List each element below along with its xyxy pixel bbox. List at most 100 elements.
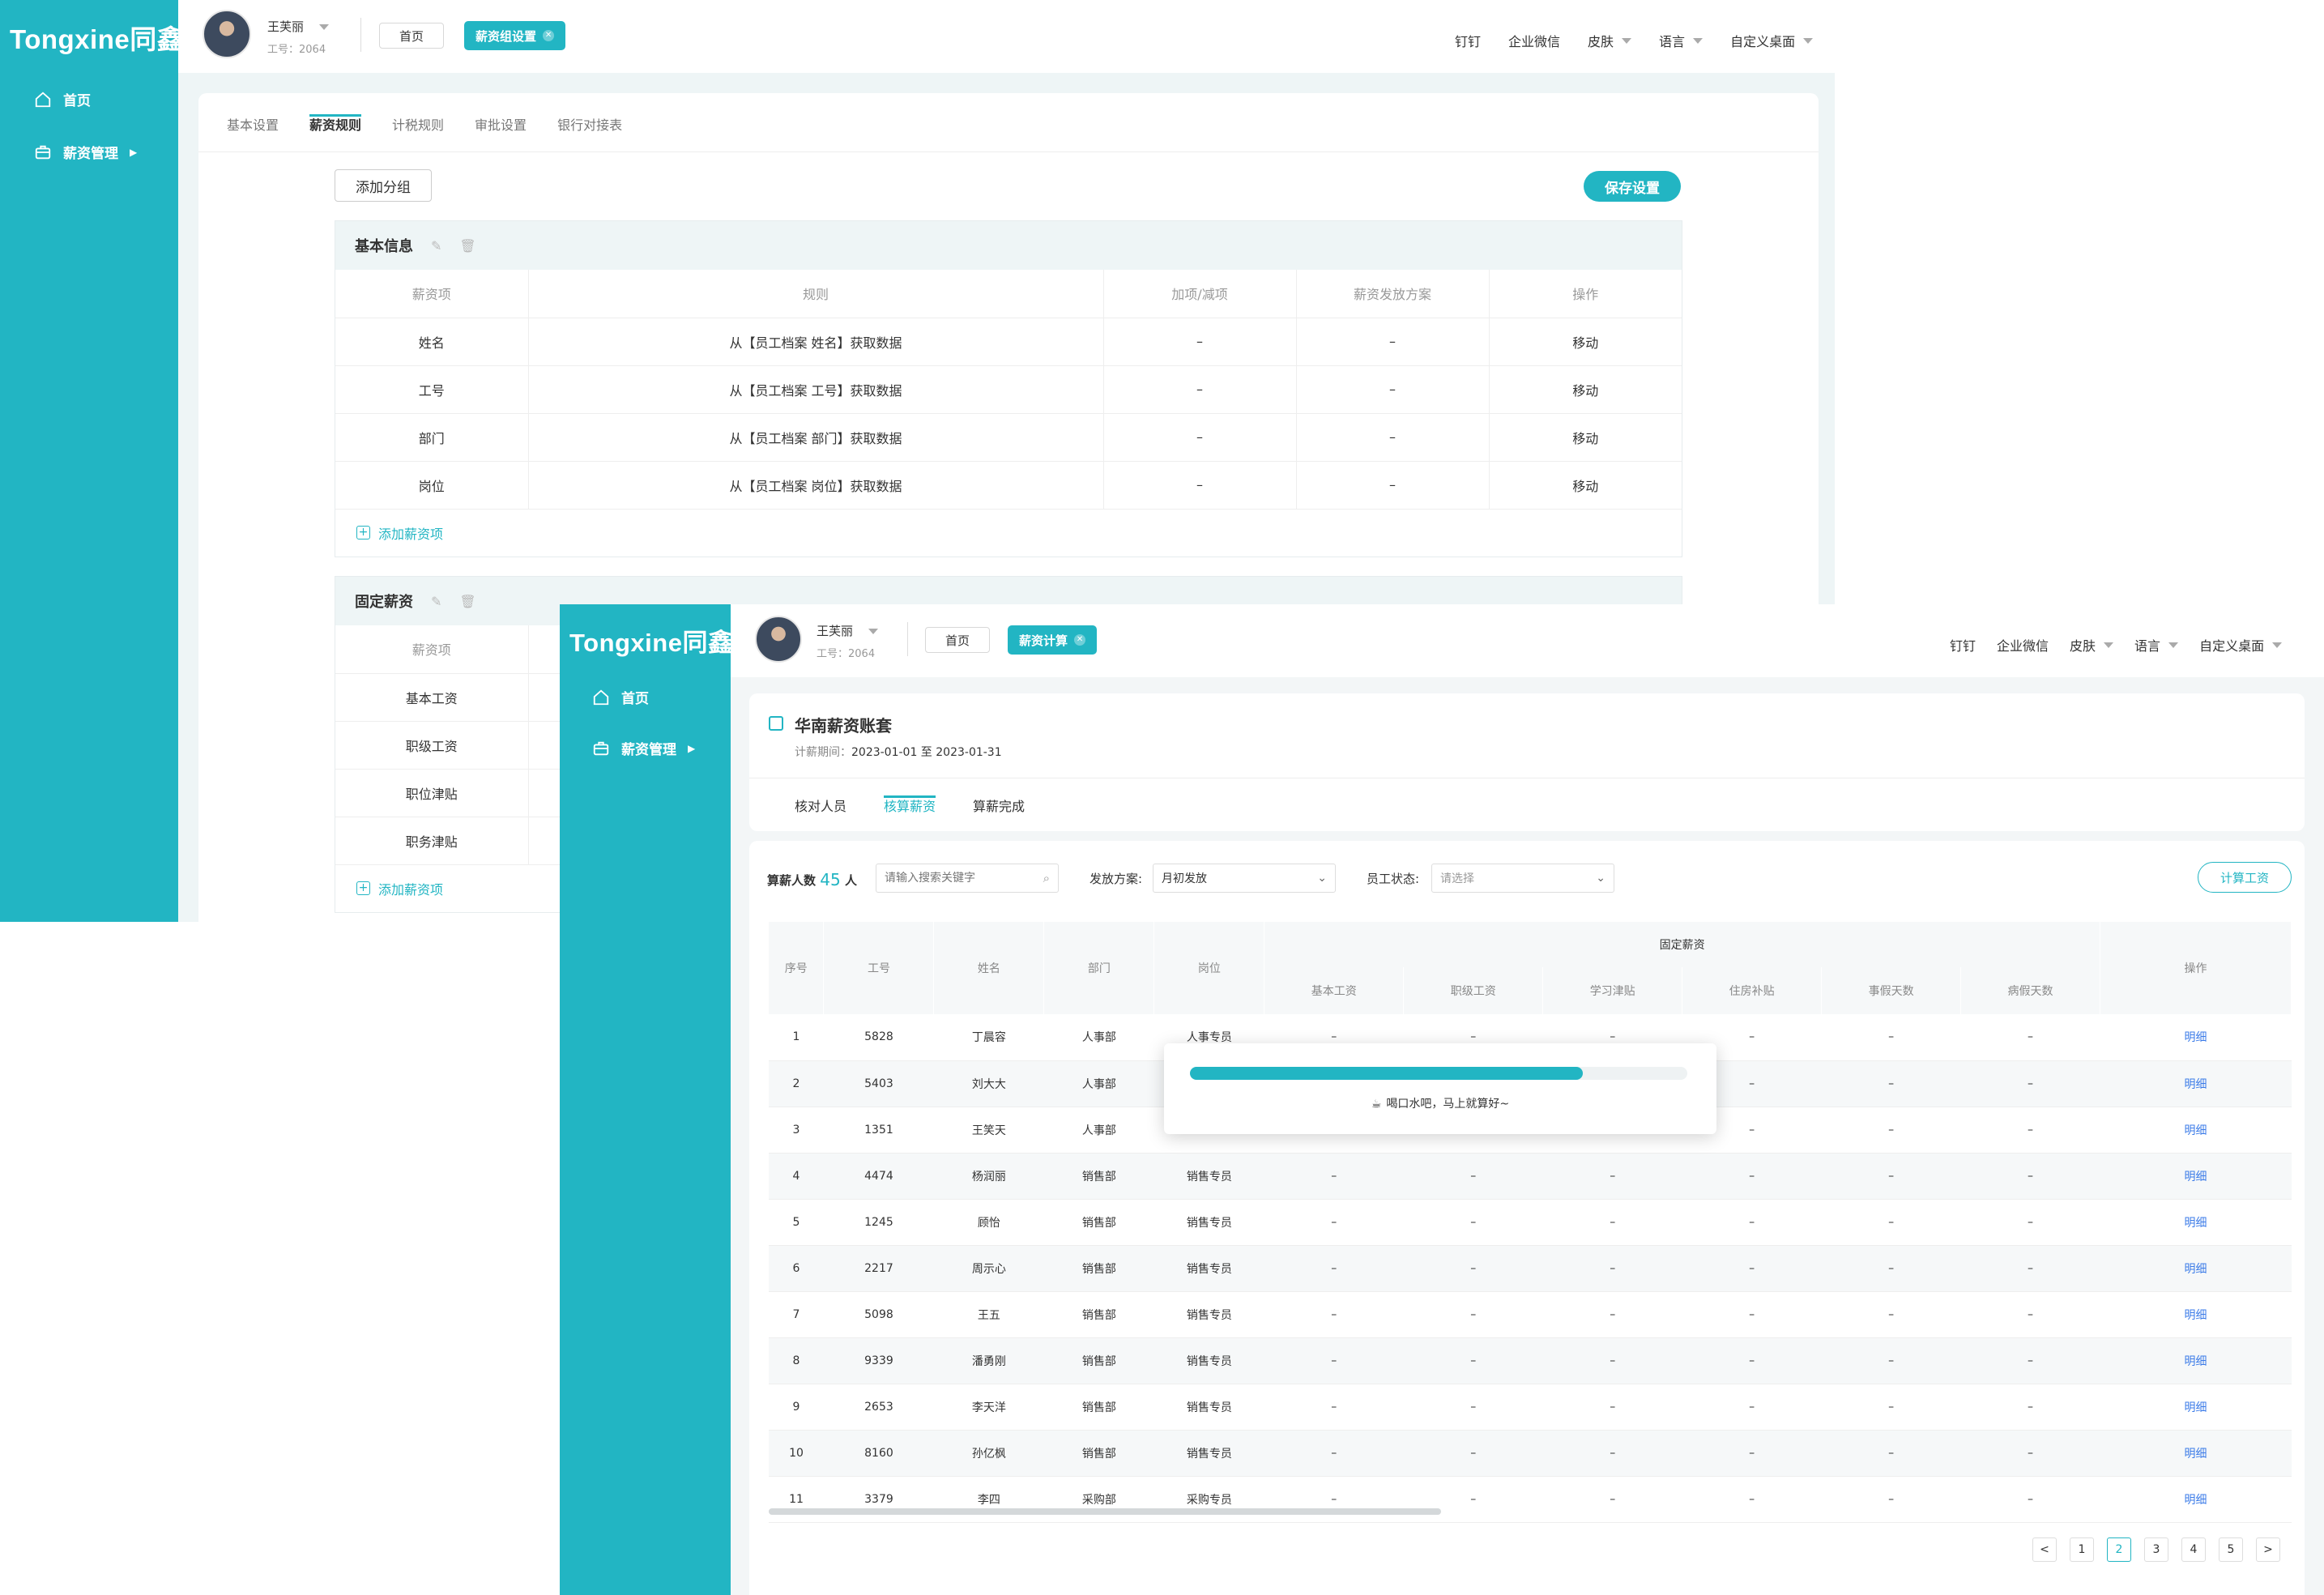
page-button[interactable]: 5: [2219, 1537, 2243, 1562]
home-icon: [593, 689, 609, 705]
menu-custom-desktop[interactable]: 自定义桌面: [2199, 635, 2283, 655]
menu-skin[interactable]: 皮肤: [1588, 31, 1632, 50]
page-button[interactable]: 4: [2181, 1537, 2206, 1562]
cell-rule: 从【员工档案 工号】获取数据: [528, 365, 1104, 414]
menu-skin[interactable]: 皮肤: [2070, 635, 2114, 655]
nav-item-home[interactable]: 首页: [34, 89, 91, 109]
tab-bank-table[interactable]: 银行对接表: [557, 114, 622, 148]
add-salary-item-button[interactable]: + 添加薪资项: [335, 510, 1682, 557]
detail-link[interactable]: 明细: [2100, 1107, 2292, 1154]
detail-link[interactable]: 明细: [2100, 1476, 2292, 1523]
cell-amount: –: [1542, 1245, 1682, 1292]
trash-icon[interactable]: 🗑: [459, 238, 475, 254]
caret-down-icon: [2104, 642, 2114, 648]
headcount: 算薪人数 45 人: [767, 870, 857, 889]
detail-link[interactable]: 明细: [2100, 1384, 2292, 1431]
settings-tabs: 基本设置 薪资规则 计税规则 审批设置 银行对接表: [227, 114, 622, 148]
plan-select[interactable]: 月初发放 ⌄: [1153, 864, 1336, 893]
detail-link[interactable]: 明细: [2100, 1060, 2292, 1107]
cell-amount: –: [1821, 1060, 1961, 1107]
cell-id: 5403: [823, 1060, 934, 1107]
move-link[interactable]: 移动: [1489, 461, 1682, 510]
prev-page-button[interactable]: <: [2032, 1537, 2057, 1562]
tag-home[interactable]: 首页: [379, 23, 444, 49]
avatar[interactable]: [755, 616, 802, 663]
nav-item-home[interactable]: 首页: [592, 687, 649, 707]
edit-icon[interactable]: ✎: [431, 594, 441, 609]
cell-id: 1245: [823, 1199, 934, 1246]
menu-language[interactable]: 语言: [2134, 635, 2179, 655]
tab-verify-staff[interactable]: 核对人员: [795, 795, 846, 826]
user-name[interactable]: 王芙丽: [267, 18, 330, 35]
move-link[interactable]: 移动: [1489, 413, 1682, 462]
move-link[interactable]: 移动: [1489, 365, 1682, 414]
col-header: 薪资发放方案: [1296, 270, 1490, 318]
col-header: 姓名: [933, 922, 1045, 1014]
cell-dept: 人事部: [1043, 1107, 1154, 1154]
search-input[interactable]: ⌕: [876, 864, 1059, 893]
cell-amount: –: [1264, 1153, 1404, 1200]
divider: [907, 622, 908, 656]
status-label: 员工状态:: [1367, 872, 1420, 886]
detail-link[interactable]: 明细: [2100, 1245, 2292, 1292]
detail-link[interactable]: 明细: [2100, 1014, 2292, 1061]
add-group-button[interactable]: 添加分组: [335, 169, 432, 202]
detail-link[interactable]: 明细: [2100, 1430, 2292, 1477]
sidebar: Tongxine同鑫 首页 薪资管理 ▶: [0, 0, 184, 922]
next-page-button[interactable]: >: [2256, 1537, 2280, 1562]
trash-icon[interactable]: 🗑: [459, 594, 475, 609]
tab-calculation-done[interactable]: 算薪完成: [973, 795, 1025, 826]
menu-language[interactable]: 语言: [1659, 31, 1704, 50]
cell-id: 5828: [823, 1014, 934, 1061]
progress-fill: [1190, 1067, 1584, 1080]
detail-link[interactable]: 明细: [2100, 1153, 2292, 1200]
salary-table: 序号 工号 姓名 部门 岗位 固定薪资 操作 基本工资 职级工资 学习津贴 住房…: [769, 922, 2292, 1523]
avatar[interactable]: [203, 10, 251, 58]
move-link[interactable]: 移动: [1489, 318, 1682, 366]
nav-item-salary-management[interactable]: 薪资管理 ▶: [34, 142, 137, 162]
menu-dingtalk[interactable]: 钉钉: [1455, 31, 1481, 50]
cell-position: 销售专员: [1153, 1430, 1264, 1477]
tab-calculate-salary[interactable]: 核算薪资: [884, 795, 936, 826]
detail-link[interactable]: 明细: [2100, 1199, 2292, 1246]
horizontal-scrollbar[interactable]: [769, 1508, 1441, 1515]
caret-down-icon: [319, 24, 330, 30]
menu-custom-desktop[interactable]: 自定义桌面: [1730, 31, 1814, 50]
tab-approval-settings[interactable]: 审批设置: [475, 114, 527, 148]
tab-basic-settings[interactable]: 基本设置: [227, 114, 279, 148]
detail-link[interactable]: 明细: [2100, 1337, 2292, 1384]
calculation-card: 算薪人数 45 人 ⌕ 发放方案: 月初发放⌄ 员工状态: 请选择⌄ 计算工资 …: [749, 841, 2305, 1595]
detail-link[interactable]: 明细: [2100, 1291, 2292, 1338]
cell-item: 部门: [335, 413, 529, 462]
page-button[interactable]: 3: [2144, 1537, 2168, 1562]
cell-amount: –: [1403, 1245, 1543, 1292]
cell-id: 5098: [823, 1291, 934, 1338]
cell-amount: –: [1264, 1430, 1404, 1477]
cell-id: 8160: [823, 1430, 934, 1477]
nav-item-salary-management[interactable]: 薪资管理 ▶: [592, 738, 695, 758]
tag-salary-calculation[interactable]: 薪资计算 ✕: [1008, 625, 1098, 655]
calculate-salary-button[interactable]: 计算工资: [2198, 862, 2292, 893]
cell-amount: –: [1821, 1337, 1961, 1384]
tag-home[interactable]: 首页: [925, 627, 990, 653]
cell-amount: –: [1264, 1476, 1404, 1523]
page-button[interactable]: 1: [2070, 1537, 2094, 1562]
cell-amount: –: [1960, 1291, 2100, 1338]
status-select[interactable]: 请选择 ⌄: [1431, 864, 1614, 893]
tab-tax-rules[interactable]: 计税规则: [392, 114, 444, 148]
edit-icon[interactable]: ✎: [431, 238, 441, 254]
menu-wecom[interactable]: 企业微信: [1997, 635, 2049, 655]
tab-salary-rules[interactable]: 薪资规则: [309, 114, 362, 148]
user-name[interactable]: 王芙丽: [817, 622, 879, 639]
menu-wecom[interactable]: 企业微信: [1508, 31, 1560, 50]
tag-salary-group-settings[interactable]: 薪资组设置 ✕: [464, 21, 566, 50]
cell-amount: –: [1403, 1476, 1543, 1523]
close-icon: ✕: [1074, 634, 1086, 646]
brand-logo: Tongxine同鑫: [10, 24, 185, 54]
page-button-current[interactable]: 2: [2107, 1537, 2131, 1562]
plus-square-icon: +: [356, 526, 370, 539]
page-title: 华南薪资账套: [795, 716, 892, 736]
cell-name: 周示心: [933, 1245, 1044, 1292]
menu-dingtalk[interactable]: 钉钉: [1950, 635, 1976, 655]
save-settings-button[interactable]: 保存设置: [1584, 171, 1681, 202]
